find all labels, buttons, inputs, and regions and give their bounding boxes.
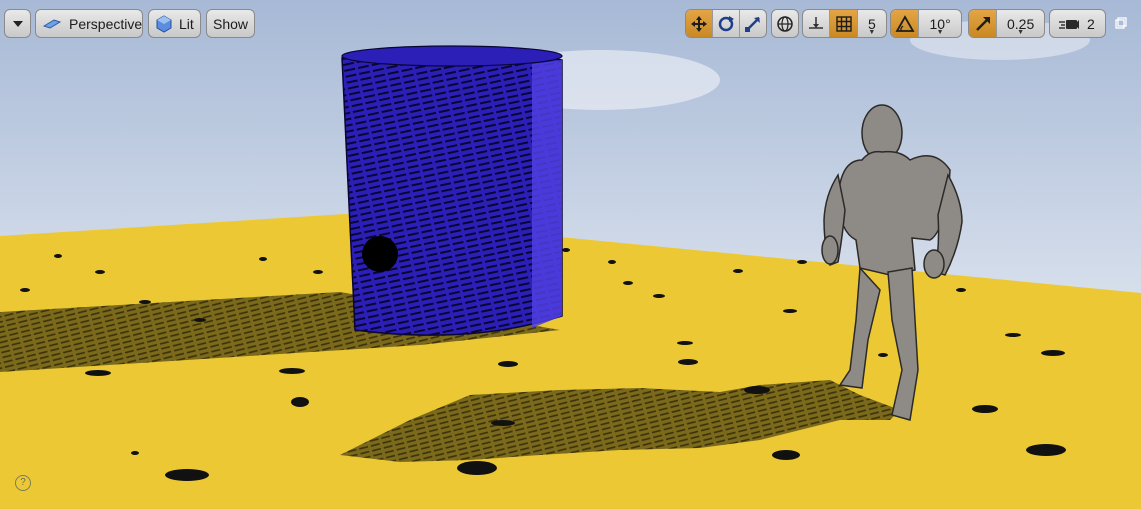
angle-icon bbox=[895, 14, 915, 33]
scale-arrow-icon bbox=[974, 15, 992, 33]
scale-snap-group: 0.25 ▼ bbox=[968, 9, 1045, 38]
grid-snap-group: 5 ▼ bbox=[802, 9, 887, 38]
camera-speed-button[interactable]: 2 bbox=[1049, 9, 1106, 38]
rotation-snap-value-dropdown[interactable]: 10° ▼ bbox=[918, 10, 961, 37]
translate-arrows-icon bbox=[690, 15, 708, 33]
perspective-label: Perspective bbox=[69, 15, 143, 32]
camera-speed-icon bbox=[1059, 17, 1079, 31]
chevron-down-icon bbox=[12, 20, 24, 28]
grid-icon bbox=[835, 15, 852, 32]
rotation-snap-group: 10° ▼ bbox=[890, 9, 962, 38]
grid-snap-toggle[interactable] bbox=[829, 10, 857, 37]
rotation-snap-toggle[interactable] bbox=[891, 10, 919, 37]
show-label: Show bbox=[212, 15, 249, 32]
maximize-button[interactable] bbox=[1113, 15, 1129, 31]
show-button[interactable]: Show bbox=[206, 9, 255, 38]
rotate-icon bbox=[717, 15, 735, 33]
blue-cylinder[interactable] bbox=[341, 45, 563, 336]
chevron-down-icon: ▼ bbox=[1017, 29, 1025, 36]
level-viewport[interactable]: Perspective Lit Show 5 ▼ 10° ▼ 0.25 ▼ 2 … bbox=[0, 0, 1141, 509]
world-globe-icon bbox=[776, 15, 794, 33]
view-mode-button[interactable]: Lit bbox=[148, 9, 201, 38]
surface-snap-icon bbox=[807, 15, 825, 33]
grid-snap-value-dropdown[interactable]: 5 ▼ bbox=[856, 10, 886, 37]
scale-icon bbox=[744, 15, 762, 33]
chevron-down-icon: ▼ bbox=[868, 29, 876, 36]
scale-snap-toggle[interactable] bbox=[969, 10, 997, 37]
maximize-icon bbox=[1115, 17, 1127, 29]
world-local-toggle[interactable] bbox=[771, 9, 799, 38]
rotate-mode-button[interactable] bbox=[712, 10, 739, 37]
chevron-down-icon: ▼ bbox=[936, 29, 944, 36]
scale-snap-value-dropdown[interactable]: 0.25 ▼ bbox=[996, 10, 1044, 37]
lit-label: Lit bbox=[179, 15, 194, 32]
transform-mode-group bbox=[685, 9, 767, 38]
perspective-button[interactable]: Perspective bbox=[35, 9, 143, 38]
lit-sphere-icon bbox=[155, 14, 173, 33]
surface-snap-button[interactable] bbox=[803, 10, 829, 37]
camera-speed-value: 2 bbox=[1087, 15, 1095, 32]
perspective-cube-icon bbox=[42, 17, 62, 31]
viewport-scene[interactable] bbox=[0, 0, 1141, 509]
viewport-options-button[interactable] bbox=[4, 9, 31, 38]
help-icon[interactable]: ? bbox=[15, 475, 31, 491]
translate-mode-button[interactable] bbox=[686, 10, 712, 37]
scale-mode-button[interactable] bbox=[739, 10, 766, 37]
